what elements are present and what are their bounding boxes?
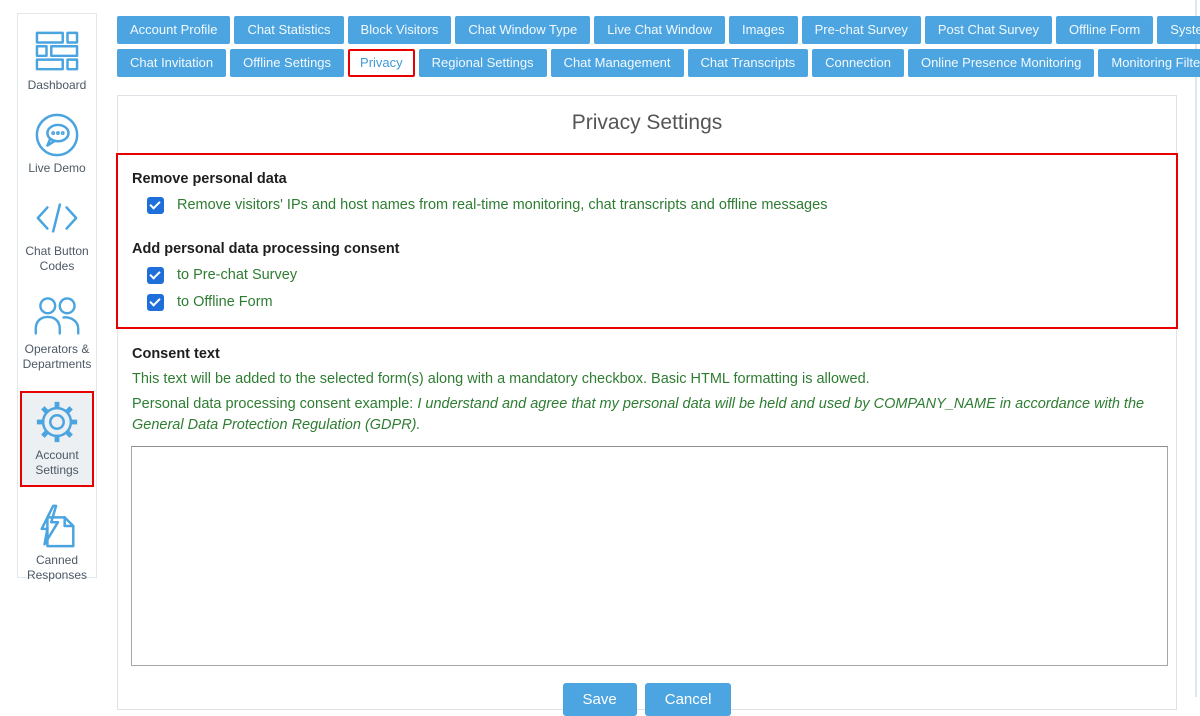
tab-row-2: Chat Invitation Offline Settings Privacy…: [117, 49, 1179, 77]
tab-regional-settings[interactable]: Regional Settings: [419, 49, 547, 77]
pre-chat-survey-checkbox[interactable]: [147, 267, 164, 284]
sidebar-item-operators-departments[interactable]: Operators & Departments: [19, 293, 95, 372]
tab-chat-transcripts[interactable]: Chat Transcripts: [688, 49, 809, 77]
tab-block-visitors[interactable]: Block Visitors: [348, 16, 452, 44]
save-button[interactable]: Save: [563, 683, 637, 716]
tab-chat-statistics[interactable]: Chat Statistics: [234, 16, 343, 44]
add-consent-heading: Add personal data processing consent: [118, 241, 1176, 257]
gear-icon: [33, 399, 81, 445]
settings-tab-bar: Account Profile Chat Statistics Block Vi…: [117, 16, 1179, 82]
tab-live-chat-window[interactable]: Live Chat Window: [594, 16, 725, 44]
consent-text-section: Consent text This text will be added to …: [118, 346, 1176, 666]
tab-monitoring-filtering[interactable]: Monitoring Filtering: [1098, 49, 1200, 77]
tab-post-chat-survey[interactable]: Post Chat Survey: [925, 16, 1052, 44]
remove-ips-checkbox-label: Remove visitors' IPs and host names from…: [177, 197, 827, 214]
sidebar-item-label: Chat Button Codes: [19, 244, 95, 274]
sidebar-item-label: Account Settings: [23, 448, 91, 478]
sidebar-item-live-demo[interactable]: Live Demo: [19, 112, 95, 176]
canned-responses-icon: [33, 504, 81, 550]
sidebar-item-label: Dashboard: [28, 78, 87, 93]
highlight-personal-data-section: Remove personal data Remove visitors' IP…: [116, 153, 1178, 329]
sidebar-item-label: Operators & Departments: [19, 342, 95, 372]
tab-pre-chat-survey[interactable]: Pre-chat Survey: [802, 16, 921, 44]
sidebar-item-chat-button-codes[interactable]: Chat Button Codes: [19, 195, 95, 274]
pre-chat-survey-checkbox-row: to Pre-chat Survey: [118, 267, 1176, 284]
consent-text-description: This text will be added to the selected …: [132, 371, 1162, 387]
sidebar: Dashboard Live Demo Chat Button Codes: [17, 13, 97, 578]
offline-form-checkbox-label: to Offline Form: [177, 294, 273, 311]
page-title: Privacy Settings: [118, 111, 1176, 135]
consent-text-example: Personal data processing consent example…: [132, 394, 1162, 436]
sidebar-item-label: Canned Responses: [19, 553, 95, 583]
tab-chat-window-type[interactable]: Chat Window Type: [455, 16, 590, 44]
live-demo-chat-icon: [33, 112, 81, 158]
sidebar-item-canned-responses[interactable]: Canned Responses: [19, 504, 95, 583]
code-icon: [33, 195, 81, 241]
tab-online-presence-monitoring[interactable]: Online Presence Monitoring: [908, 49, 1094, 77]
page-right-border: [1195, 0, 1197, 697]
tab-account-profile[interactable]: Account Profile: [117, 16, 230, 44]
sidebar-item-account-settings[interactable]: Account Settings: [20, 391, 94, 487]
consent-text-input[interactable]: [131, 446, 1168, 666]
remove-personal-data-heading: Remove personal data: [118, 171, 1176, 187]
tab-row-1: Account Profile Chat Statistics Block Vi…: [117, 16, 1179, 44]
sidebar-item-label: Live Demo: [28, 161, 85, 176]
sidebar-item-dashboard[interactable]: Dashboard: [19, 29, 95, 93]
operators-icon: [33, 293, 81, 339]
consent-example-prefix: Personal data processing consent example…: [132, 396, 417, 412]
pre-chat-survey-checkbox-label: to Pre-chat Survey: [177, 267, 297, 284]
tab-system-messages[interactable]: System Messages: [1157, 16, 1200, 44]
cancel-button[interactable]: Cancel: [645, 683, 732, 716]
tab-offline-settings[interactable]: Offline Settings: [230, 49, 344, 77]
form-actions: Save Cancel: [118, 683, 1176, 716]
tab-chat-invitation[interactable]: Chat Invitation: [117, 49, 226, 77]
remove-ips-checkbox[interactable]: [147, 197, 164, 214]
tab-offline-form[interactable]: Offline Form: [1056, 16, 1153, 44]
privacy-settings-panel: Privacy Settings Remove personal data Re…: [117, 95, 1177, 710]
tab-chat-management[interactable]: Chat Management: [551, 49, 684, 77]
tab-images[interactable]: Images: [729, 16, 798, 44]
remove-ips-checkbox-row: Remove visitors' IPs and host names from…: [118, 197, 1176, 214]
offline-form-checkbox[interactable]: [147, 294, 164, 311]
dashboard-bricks-icon: [33, 29, 81, 75]
tab-connection[interactable]: Connection: [812, 49, 904, 77]
tab-privacy[interactable]: Privacy: [348, 49, 415, 77]
offline-form-checkbox-row: to Offline Form: [118, 294, 1176, 311]
consent-text-heading: Consent text: [132, 346, 1162, 362]
